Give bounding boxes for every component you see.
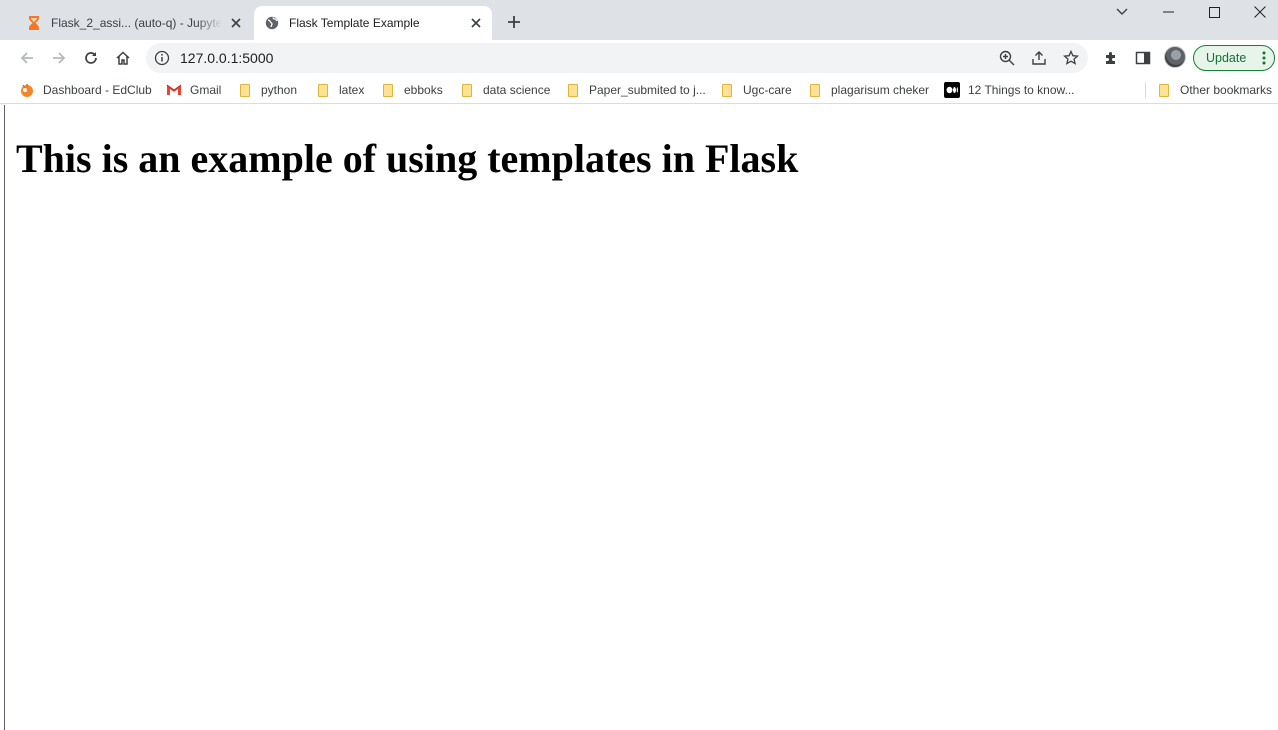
more-vertical-icon <box>1262 51 1266 65</box>
bookmark-label: Gmail <box>190 83 222 97</box>
chevron-down-icon <box>1116 8 1128 15</box>
tab-search-button[interactable] <box>1099 0 1145 24</box>
bookmark-label: Ugc-care <box>743 83 792 97</box>
side-panel-button[interactable] <box>1129 44 1157 72</box>
folder-icon <box>565 82 581 98</box>
back-button[interactable] <box>13 44 41 72</box>
bookmark-folder-ugc-care[interactable]: Ugc-care <box>719 79 792 101</box>
bookmark-label: latex <box>339 83 365 97</box>
forward-arrow-icon <box>53 52 66 64</box>
zoom-icon[interactable] <box>995 46 1019 70</box>
other-bookmarks-label: Other bookmarks <box>1180 83 1273 97</box>
forward-button[interactable] <box>45 44 73 72</box>
tab-strip: Flask_2_assi... (auto-q) - JupyterL Flas… <box>0 0 1278 40</box>
minimize-icon <box>1162 11 1174 13</box>
close-tab-icon[interactable] <box>466 13 486 33</box>
reload-button[interactable] <box>77 44 105 72</box>
url-text[interactable]: 127.0.0.1:5000 <box>180 50 273 66</box>
home-icon <box>116 51 130 65</box>
folder-icon <box>315 82 331 98</box>
back-arrow-icon <box>20 52 33 64</box>
browser-toolbar: 127.0.0.1:5000 Update <box>0 40 1278 76</box>
minimize-button[interactable] <box>1145 0 1191 24</box>
tab-title: Flask_2_assi... (auto-q) - JupyterL <box>51 16 222 30</box>
bookmark-folder-paper[interactable]: Paper_submited to j... <box>565 79 706 101</box>
bookmark-star-icon[interactable] <box>1059 46 1083 70</box>
medium-icon <box>944 82 960 98</box>
address-bar[interactable]: 127.0.0.1:5000 <box>146 43 1088 73</box>
gmail-icon <box>166 82 182 98</box>
tab-title: Flask Template Example <box>289 16 420 30</box>
home-button[interactable] <box>109 44 137 72</box>
folder-icon <box>1156 82 1172 98</box>
page-viewport: This is an example of using templates in… <box>4 105 1278 730</box>
update-button[interactable]: Update <box>1193 45 1275 71</box>
profile-avatar[interactable] <box>1164 46 1186 68</box>
bookmark-label: plagarisum cheker <box>831 83 930 97</box>
plus-icon <box>508 16 520 28</box>
bookmark-label: Dashboard - EdClub <box>43 83 152 97</box>
maximize-icon <box>1208 6 1220 18</box>
site-info-icon[interactable] <box>154 50 170 66</box>
globe-icon <box>264 15 280 31</box>
bookmark-folder-plagarisum[interactable]: plagarisum cheker <box>807 79 929 101</box>
folder-icon <box>719 82 735 98</box>
tab-flask-template[interactable]: Flask Template Example <box>254 6 492 40</box>
bookmark-label: ebboks <box>404 83 443 97</box>
bookmark-folder-ebboks[interactable]: ebboks <box>380 79 443 101</box>
bookmark-folder-latex[interactable]: latex <box>315 79 364 101</box>
bookmark-label: python <box>261 83 298 97</box>
folder-icon <box>237 82 253 98</box>
share-icon[interactable] <box>1027 46 1051 70</box>
close-tab-icon[interactable] <box>226 13 246 33</box>
bookmark-folder-python[interactable]: python <box>237 79 297 101</box>
folder-icon <box>380 82 396 98</box>
close-icon <box>1254 6 1266 18</box>
bookmark-label: 12 Things to know... <box>968 83 1075 97</box>
folder-icon <box>807 82 823 98</box>
bookmark-label: Paper_submited to j... <box>589 83 706 97</box>
bookmark-medium-article[interactable]: 12 Things to know... <box>944 79 1075 101</box>
edclub-icon <box>19 82 35 98</box>
update-label: Update <box>1206 51 1247 65</box>
bookmark-edclub[interactable]: Dashboard - EdClub <box>19 79 152 101</box>
bookmark-folder-data-science[interactable]: data science <box>459 79 550 101</box>
close-window-button[interactable] <box>1237 0 1278 24</box>
maximize-button[interactable] <box>1191 0 1237 24</box>
side-panel-icon <box>1135 51 1151 65</box>
bookmark-label: data science <box>483 83 551 97</box>
other-bookmarks[interactable]: Other bookmarks <box>1156 79 1272 101</box>
puzzle-icon <box>1106 52 1115 64</box>
bookmarks-bar: Dashboard - EdClub Gmail python latex eb… <box>0 76 1278 104</box>
bookmark-gmail[interactable]: Gmail <box>166 79 221 101</box>
new-tab-button[interactable] <box>502 10 526 34</box>
reload-icon <box>85 52 97 64</box>
extensions-button[interactable] <box>1097 44 1125 72</box>
tab-jupyter[interactable]: Flask_2_assi... (auto-q) - JupyterL <box>16 6 252 40</box>
bookmarks-divider <box>1145 82 1146 98</box>
folder-icon <box>459 82 475 98</box>
hourglass-icon <box>26 15 42 31</box>
page-heading: This is an example of using templates in… <box>16 136 799 181</box>
